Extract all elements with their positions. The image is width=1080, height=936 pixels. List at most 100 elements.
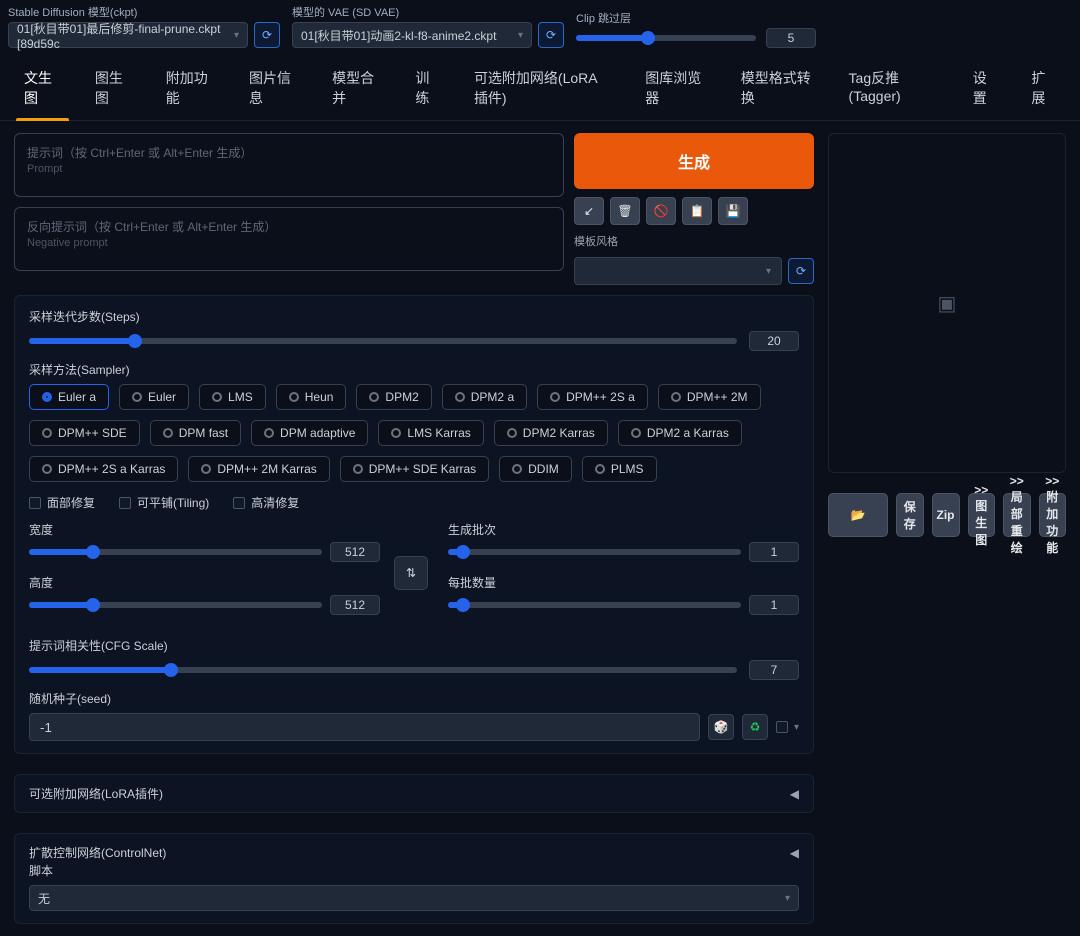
radio-dot-icon (353, 464, 363, 474)
sampler-option[interactable]: DDIM (499, 456, 572, 482)
width-slider[interactable] (29, 549, 322, 555)
sampler-option[interactable]: PLMS (582, 456, 657, 482)
steps-value[interactable]: 20 (749, 331, 799, 351)
height-value[interactable]: 512 (330, 595, 380, 615)
clip-label: Clip 跳过层 (576, 10, 816, 26)
width-value[interactable]: 512 (330, 542, 380, 562)
seed-input[interactable] (29, 713, 700, 741)
save-button[interactable]: 保存 (896, 493, 924, 537)
quick-actions-row: ↙🗑🚫📋💾 (574, 197, 814, 225)
prompt-input[interactable]: 提示词（按 Ctrl+Enter 或 Alt+Enter 生成） Prompt (14, 133, 564, 197)
tab-4[interactable]: 模型合并 (324, 62, 389, 120)
tab-0[interactable]: 文生图 (16, 62, 69, 120)
lora-accordion[interactable]: 可选附加网络(LoRA插件) ◀ (14, 774, 814, 813)
tab-5[interactable]: 训练 (407, 62, 448, 120)
sd-model-value: 01[秋目带01]最后修剪-final-prune.ckpt [89d59c (17, 20, 226, 51)
cfg-value[interactable]: 7 (749, 660, 799, 680)
chevron-down-icon: ▾ (518, 30, 523, 41)
tab-1[interactable]: 图生图 (87, 62, 140, 120)
open-folder-button[interactable]: 📂 (828, 493, 888, 537)
sampler-option[interactable]: DPM++ 2S a (537, 384, 648, 410)
template-style-select[interactable]: ▾ (574, 257, 782, 285)
sampler-option[interactable]: DPM++ 2S a Karras (29, 456, 178, 482)
sampler-option[interactable]: LMS (199, 384, 266, 410)
radio-dot-icon (42, 428, 52, 438)
sampler-option[interactable]: DPM adaptive (251, 420, 368, 446)
height-slider[interactable] (29, 602, 322, 608)
sampler-option[interactable]: DPM2 Karras (494, 420, 608, 446)
script-label: 脚本 (29, 862, 799, 879)
quick-action-3[interactable]: 📋 (682, 197, 712, 225)
sampler-option[interactable]: DPM2 a (442, 384, 527, 410)
cfg-slider[interactable] (29, 667, 737, 673)
quick-action-2[interactable]: 🚫 (646, 197, 676, 225)
batch-size-slider[interactable] (448, 602, 741, 608)
generate-button[interactable]: 生成 (574, 133, 814, 189)
face-restore-checkbox[interactable]: 面部修复 (29, 494, 95, 511)
batch-count-value[interactable]: 1 (749, 542, 799, 562)
negative-prompt-input[interactable]: 反向提示词（按 Ctrl+Enter 或 Alt+Enter 生成） Negat… (14, 207, 564, 271)
clip-skip-value[interactable]: 5 (766, 28, 816, 48)
chevron-down-icon: ▾ (766, 266, 771, 277)
sampler-option[interactable]: DPM++ SDE Karras (340, 456, 489, 482)
sampler-option[interactable]: DPM2 (356, 384, 431, 410)
prompt-area: 提示词（按 Ctrl+Enter 或 Alt+Enter 生成） Prompt … (14, 133, 814, 285)
refresh-vae-button[interactable]: ⟳ (538, 22, 564, 48)
sd-model-select[interactable]: 01[秋目带01]最后修剪-final-prune.ckpt [89d59c ▾ (8, 22, 248, 48)
radio-dot-icon (289, 392, 299, 402)
tab-8[interactable]: 模型格式转换 (733, 62, 823, 120)
image-placeholder-icon: ▣ (938, 291, 957, 316)
batch-size-value[interactable]: 1 (749, 595, 799, 615)
random-seed-button[interactable]: 🎲 (708, 714, 734, 740)
vae-select[interactable]: 01[秋目带01]动画2-kl-f8-anime2.ckpt ▾ (292, 22, 532, 48)
sampler-option[interactable]: Euler a (29, 384, 109, 410)
quick-action-4[interactable]: 💾 (718, 197, 748, 225)
reuse-seed-button[interactable]: ♻ (742, 714, 768, 740)
clip-group: Clip 跳过层 5 (576, 10, 816, 48)
quick-action-1[interactable]: 🗑 (610, 197, 640, 225)
tiling-checkbox[interactable]: 可平铺(Tiling) (119, 494, 209, 511)
batch-size-label: 每批数量 (448, 574, 799, 591)
tab-6[interactable]: 可选附加网络(LoRA插件) (466, 62, 619, 120)
tab-2[interactable]: 附加功能 (158, 62, 223, 120)
seed-label: 随机种子(seed) (29, 690, 799, 707)
batch-count-slider[interactable] (448, 549, 741, 555)
send-img2img-button[interactable]: >> 图生图 (968, 493, 996, 537)
hires-fix-checkbox[interactable]: 高清修复 (233, 494, 299, 511)
radio-dot-icon (42, 392, 52, 402)
tab-10[interactable]: 设置 (965, 62, 1006, 120)
sampler-option[interactable]: DPM fast (150, 420, 241, 446)
main-tabs: 文生图图生图附加功能图片信息模型合并训练可选附加网络(LoRA插件) 图库浏览器模… (0, 52, 1080, 121)
tab-9[interactable]: Tag反推(Tagger) (841, 62, 947, 120)
vae-label: 模型的 VAE (SD VAE) (292, 4, 564, 20)
negative-prompt-placeholder: 反向提示词（按 Ctrl+Enter 或 Alt+Enter 生成） (27, 218, 551, 235)
send-extras-button[interactable]: >> 附加功能 (1039, 493, 1067, 537)
sampler-option[interactable]: DPM++ 2M Karras (188, 456, 329, 482)
negative-prompt-sub: Negative prompt (27, 237, 551, 249)
zip-button[interactable]: Zip (932, 493, 960, 537)
sampler-option[interactable]: LMS Karras (378, 420, 483, 446)
radio-dot-icon (631, 428, 641, 438)
send-inpaint-button[interactable]: >> 局部重绘 (1003, 493, 1031, 537)
tab-11[interactable]: 扩展 (1023, 62, 1064, 120)
radio-dot-icon (264, 428, 274, 438)
tab-3[interactable]: 图片信息 (241, 62, 306, 120)
vae-value: 01[秋目带01]动画2-kl-f8-anime2.ckpt (301, 27, 496, 44)
quick-action-0[interactable]: ↙ (574, 197, 604, 225)
tab-7[interactable]: 图库浏览器 (637, 62, 714, 120)
swap-dimensions-button[interactable]: ⇅ (394, 556, 428, 590)
sampler-option[interactable]: Heun (276, 384, 347, 410)
script-select[interactable]: 无 ▾ (29, 885, 799, 911)
sampler-option[interactable]: DPM++ SDE (29, 420, 140, 446)
steps-slider[interactable] (29, 338, 737, 344)
clip-skip-slider[interactable] (576, 35, 756, 41)
refresh-model-button[interactable]: ⟳ (254, 22, 280, 48)
seed-extra-checkbox[interactable]: ▾ (776, 721, 799, 733)
radio-dot-icon (671, 392, 681, 402)
batch-count-label: 生成批次 (448, 521, 799, 538)
sampler-option[interactable]: Euler (119, 384, 189, 410)
sampler-option[interactable]: DPM2 a Karras (618, 420, 742, 446)
refresh-styles-button[interactable]: ⟳ (788, 258, 814, 284)
sampler-option[interactable]: DPM++ 2M (658, 384, 761, 410)
radio-dot-icon (163, 428, 173, 438)
